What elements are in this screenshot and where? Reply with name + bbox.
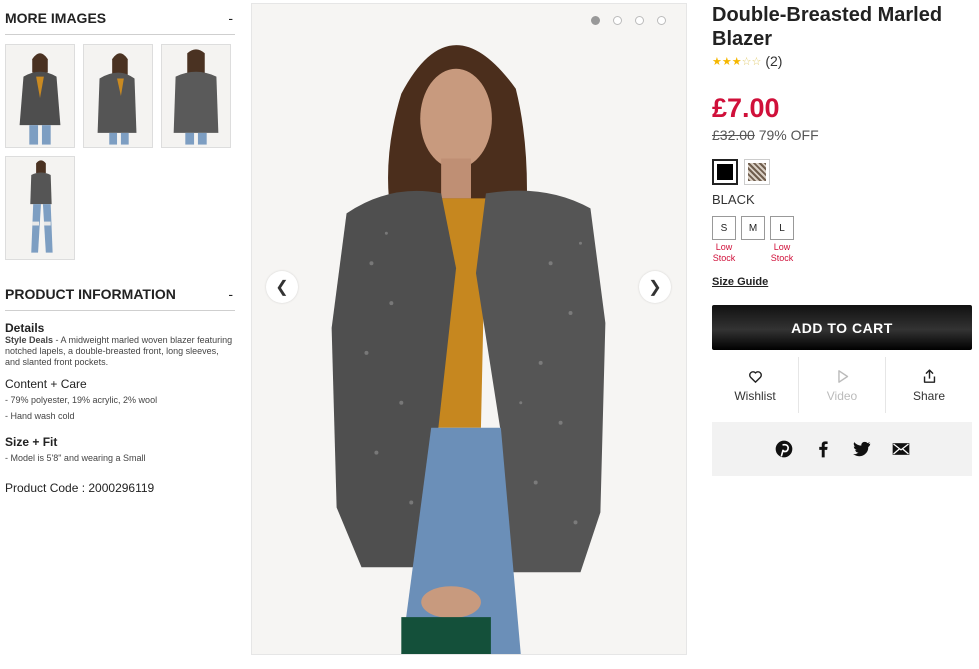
wishlist-label: Wishlist bbox=[734, 388, 776, 403]
thumbnail-2[interactable] bbox=[83, 44, 153, 148]
model-photo bbox=[252, 4, 686, 654]
size-option[interactable]: M bbox=[741, 216, 765, 264]
thumbnail-4[interactable] bbox=[5, 156, 75, 260]
size-guide-link[interactable]: Size Guide bbox=[712, 276, 768, 288]
size-fit-heading: Size + Fit bbox=[5, 435, 58, 449]
main-product-image[interactable]: ❮ ❯ bbox=[251, 3, 687, 655]
more-images-title: MORE IMAGES bbox=[5, 10, 107, 26]
share-label: Share bbox=[912, 388, 946, 403]
thumbnail-3[interactable] bbox=[161, 44, 231, 148]
product-information-header[interactable]: PRODUCT INFORMATION - bbox=[5, 286, 235, 311]
discount-label: 79% OFF bbox=[758, 127, 819, 143]
carousel-dot[interactable] bbox=[635, 16, 644, 25]
product-title: Double-Breasted Marled Blazer bbox=[712, 4, 943, 50]
content-line: - Hand wash cold bbox=[5, 411, 75, 421]
carousel-dots bbox=[591, 16, 666, 25]
selected-color: BLACK bbox=[712, 192, 755, 207]
more-images-header[interactable]: MORE IMAGES - bbox=[5, 10, 235, 35]
details-text: Style Deals - A midweight marled woven b… bbox=[5, 335, 235, 368]
carousel-dot[interactable] bbox=[657, 16, 666, 25]
size-option[interactable]: S Low Stock bbox=[712, 216, 736, 264]
color-swatch-tweed[interactable] bbox=[744, 159, 770, 185]
stock-label: Low Stock bbox=[712, 242, 736, 263]
twitter-icon[interactable] bbox=[852, 439, 872, 459]
chevron-left-icon[interactable]: ❮ bbox=[266, 271, 298, 303]
product-information-title: PRODUCT INFORMATION bbox=[5, 286, 176, 302]
content-care-heading: Content + Care bbox=[5, 377, 87, 391]
original-price-row: £32.00 79% OFF bbox=[712, 127, 819, 143]
heart-icon bbox=[748, 370, 762, 383]
fit-line: - Model is 5'8" and wearing a Small bbox=[5, 453, 146, 463]
sale-price: £7.00 bbox=[712, 93, 780, 123]
color-swatches bbox=[712, 159, 770, 185]
add-to-cart-button[interactable]: ADD TO CART bbox=[712, 305, 972, 350]
star-rating-icon: ★★★☆☆ bbox=[712, 55, 762, 68]
carousel-dot[interactable] bbox=[613, 16, 622, 25]
product-actions: Wishlist Video Share bbox=[712, 357, 972, 413]
chevron-right-icon[interactable]: ❯ bbox=[639, 271, 671, 303]
play-icon bbox=[837, 369, 848, 383]
product-rating[interactable]: ★★★☆☆ (2) bbox=[712, 53, 782, 69]
size-button[interactable]: L bbox=[770, 216, 794, 240]
facebook-icon[interactable] bbox=[813, 439, 833, 459]
video-label: Video bbox=[826, 388, 858, 403]
product-information-body: Details Style Deals - A midweight marled… bbox=[5, 321, 235, 495]
size-selector: S Low Stock M L Low Stock bbox=[712, 216, 794, 264]
social-share-bar bbox=[712, 422, 972, 476]
review-count[interactable]: (2) bbox=[765, 53, 782, 69]
product-information-toggle-icon[interactable]: - bbox=[228, 286, 233, 302]
thumbnail-1[interactable] bbox=[5, 44, 75, 148]
share-icon bbox=[923, 368, 935, 383]
product-code: Product Code : 2000296119 bbox=[5, 481, 155, 495]
share-button[interactable]: Share bbox=[885, 357, 972, 413]
original-price: £32.00 bbox=[712, 127, 755, 143]
more-images-toggle-icon[interactable]: - bbox=[228, 10, 233, 26]
stock-label: Low Stock bbox=[770, 242, 794, 263]
carousel-dot[interactable] bbox=[591, 16, 600, 25]
size-button[interactable]: S bbox=[712, 216, 736, 240]
size-button[interactable]: M bbox=[741, 216, 765, 240]
content-line: - 79% polyester, 19% acrylic, 2% wool bbox=[5, 395, 158, 405]
video-button[interactable]: Video bbox=[798, 357, 885, 413]
style-label: Style Deals bbox=[5, 335, 54, 345]
details-heading: Details bbox=[5, 321, 45, 335]
wishlist-button[interactable]: Wishlist bbox=[712, 357, 798, 413]
email-icon[interactable] bbox=[891, 439, 911, 459]
color-swatch-black[interactable] bbox=[712, 159, 738, 185]
pinterest-icon[interactable] bbox=[774, 439, 794, 459]
size-option[interactable]: L Low Stock bbox=[770, 216, 794, 264]
